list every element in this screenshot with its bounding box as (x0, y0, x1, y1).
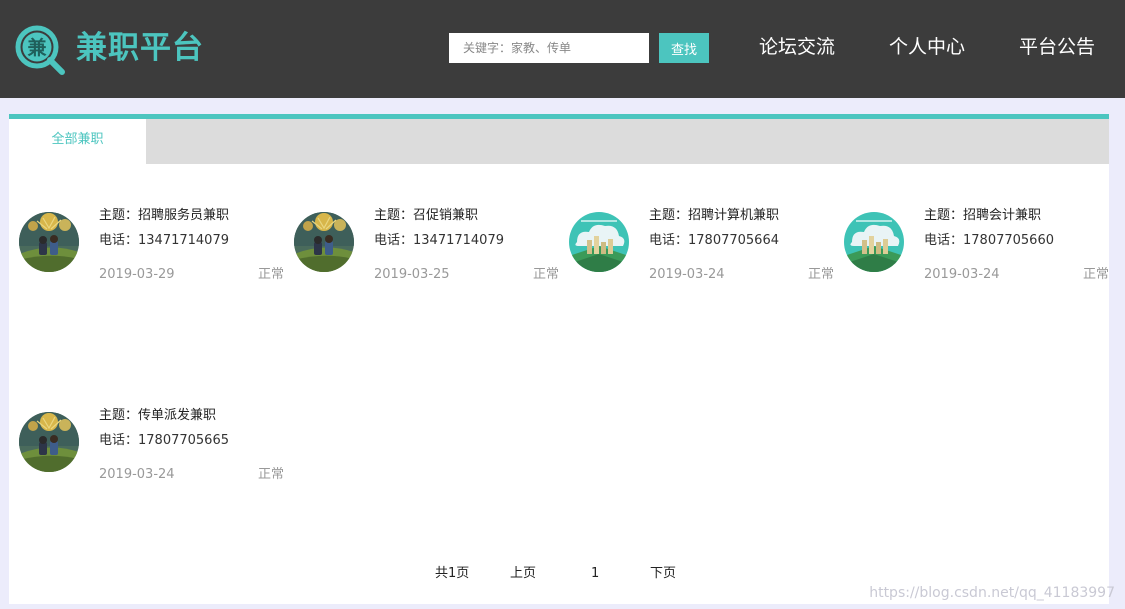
job-card[interactable]: 主题：招聘计算机兼职 电话：17807705664 2019-03-24 正常 (569, 207, 834, 297)
watermark: https://blog.csdn.net/qq_41183997 (869, 585, 1115, 601)
job-status: 正常 (807, 267, 834, 282)
search-input[interactable] (449, 33, 649, 63)
nav-announcements[interactable]: 平台公告 (1019, 34, 1095, 60)
job-date: 2019-03-24 (924, 267, 1000, 282)
pagination-current[interactable]: 1 (591, 565, 599, 583)
job-date: 2019-03-29 (99, 267, 175, 282)
job-date: 2019-03-24 (649, 267, 725, 282)
job-phone: 电话：17807705660 (924, 233, 1054, 248)
job-card[interactable]: 主题：招聘会计兼职 电话：17807705660 2019-03-24 正常 (844, 207, 1109, 297)
job-date: 2019-03-24 (99, 467, 175, 482)
city-cloud-icon (569, 212, 629, 272)
nav-forum[interactable]: 论坛交流 (759, 34, 835, 60)
job-title[interactable]: 主题：召促销兼职 (374, 207, 478, 225)
job-phone: 电话：13471714079 (374, 233, 504, 248)
job-status: 正常 (257, 467, 284, 482)
nav-personal-center[interactable]: 个人中心 (889, 34, 965, 60)
job-title[interactable]: 主题：招聘服务员兼职 (99, 207, 229, 225)
tab-all-jobs[interactable]: 全部兼职 (9, 119, 146, 164)
tab-bar: 全部兼职 (9, 119, 1109, 164)
city-cloud-icon (844, 212, 904, 272)
search-button[interactable]: 查找 (659, 33, 709, 63)
pagination-next[interactable]: 下页 (650, 565, 676, 583)
logo-char: 兼 (27, 36, 46, 59)
job-status: 正常 (532, 267, 559, 282)
job-card[interactable]: 主题：召促销兼职 电话：13471714079 2019-03-25 正常 (294, 207, 559, 297)
logo-text[interactable]: 兼职平台 (76, 28, 204, 68)
pagination-total: 共1页 (435, 566, 470, 581)
logo-search-icon: 兼 (15, 25, 65, 75)
job-date: 2019-03-25 (374, 267, 450, 282)
top-header: 兼 兼职平台 查找 论坛交流 个人中心 平台公告 (0, 0, 1125, 98)
job-title[interactable]: 主题：传单派发兼职 (99, 407, 216, 425)
pagination-prev[interactable]: 上页 (510, 565, 536, 583)
job-status: 正常 (1082, 267, 1109, 282)
job-phone: 电话：13471714079 (99, 233, 229, 248)
job-status: 正常 (257, 267, 284, 282)
main-panel: 全部兼职 主题：招聘服务员兼职 电话：13471714079 2019-03-2… (9, 114, 1109, 604)
kids-fireworks-icon (19, 212, 79, 272)
job-phone: 电话：17807705665 (99, 433, 229, 448)
job-card[interactable]: 主题：招聘服务员兼职 电话：13471714079 2019-03-29 正常 (19, 207, 284, 297)
kids-fireworks-icon (19, 412, 79, 472)
job-title[interactable]: 主题：招聘会计兼职 (924, 207, 1041, 225)
job-phone: 电话：17807705664 (649, 233, 779, 248)
job-title[interactable]: 主题：招聘计算机兼职 (649, 207, 779, 225)
job-card[interactable]: 主题：传单派发兼职 电话：17807705665 2019-03-24 正常 (19, 407, 284, 497)
kids-fireworks-icon (294, 212, 354, 272)
